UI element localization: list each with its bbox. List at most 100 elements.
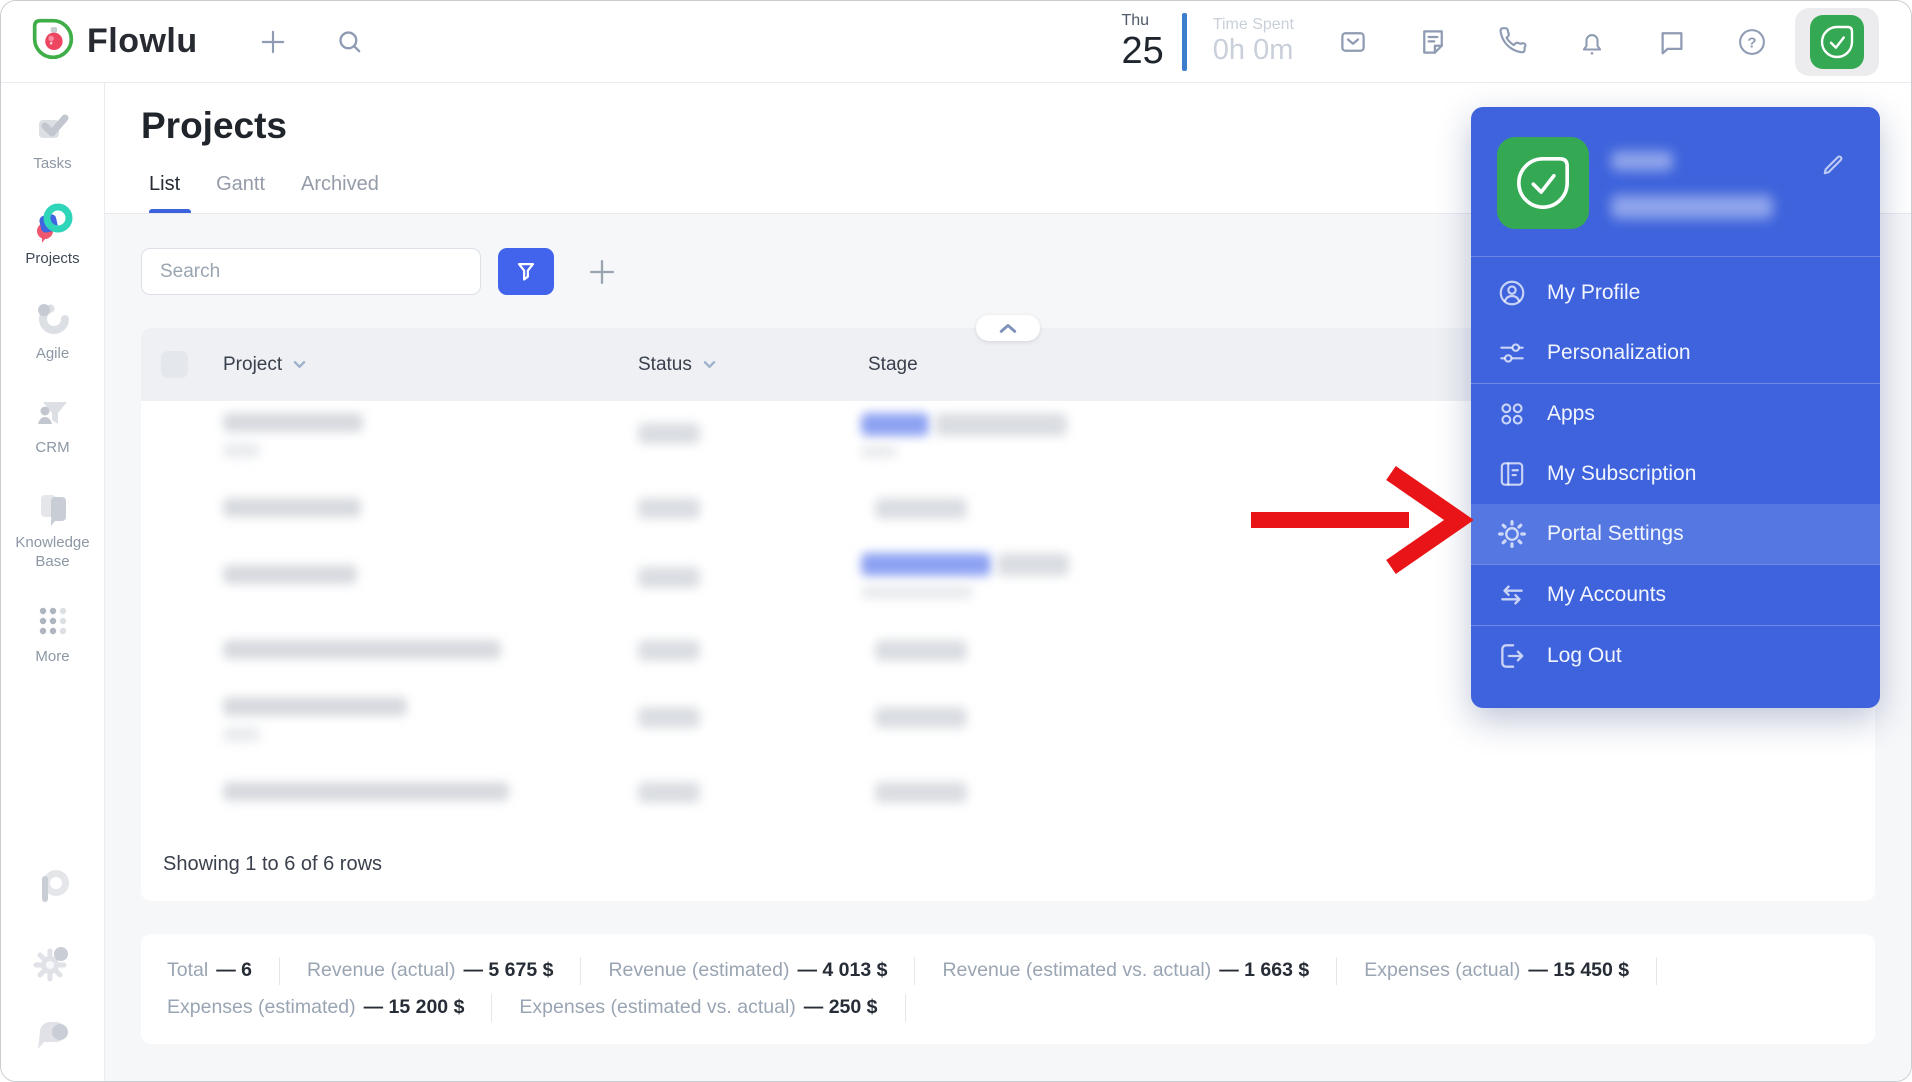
sidebar-item-more[interactable]: More xyxy=(1,598,104,667)
column-header-stage[interactable]: Stage xyxy=(868,328,918,401)
help-button[interactable]: ? xyxy=(1737,27,1767,57)
summary-revenue-est-vs-actual: Revenue (estimated vs. actual)— 1 663 $ xyxy=(942,959,1309,982)
notifications-button[interactable] xyxy=(1577,27,1607,57)
time-spent-widget[interactable]: Time Spent 0h 0m xyxy=(1213,16,1294,68)
sidebar-item-crm[interactable]: CRM xyxy=(1,389,104,458)
menu-item-apps[interactable]: Apps xyxy=(1471,384,1880,444)
flowlu-logo[interactable]: Flowlu xyxy=(31,17,198,66)
search-input[interactable] xyxy=(141,248,481,295)
table-row[interactable] xyxy=(141,756,1875,827)
mail-button[interactable] xyxy=(1338,27,1368,57)
more-grid-icon xyxy=(33,598,73,644)
logo-wordmark: Flowlu xyxy=(87,22,198,61)
user-menu-avatar xyxy=(1497,137,1589,229)
sidebar-bottom-icons xyxy=(30,864,76,1082)
topbar: Flowlu Thu 25 Time Spent 0h 0m xyxy=(1,1,1911,83)
summary-line-1: Total— 6 Revenue (actual)— 5 675 $ Reven… xyxy=(167,952,1849,989)
time-spent-value: 0h 0m xyxy=(1213,34,1294,67)
bell-icon xyxy=(1577,27,1607,57)
mail-icon xyxy=(1338,27,1368,57)
agile-icon xyxy=(31,295,75,341)
subscription-icon xyxy=(1497,459,1527,489)
column-header-project[interactable]: Project xyxy=(223,328,307,401)
rows-count-status: Showing 1 to 6 of 6 rows xyxy=(141,827,1875,876)
tab-list[interactable]: List xyxy=(149,173,180,213)
apps-grid-icon xyxy=(1497,399,1527,429)
app-window: Flowlu Thu 25 Time Spent 0h 0m xyxy=(0,0,1912,1082)
quick-add-button[interactable] xyxy=(258,27,288,57)
topbar-icons: ? xyxy=(1338,27,1767,57)
user-menu-list: My Profile Personalization Apps My Subsc xyxy=(1471,257,1880,686)
menu-item-my-profile[interactable]: My Profile xyxy=(1471,263,1880,323)
date-number: 25 xyxy=(1122,32,1164,70)
user-avatar xyxy=(1810,15,1864,69)
swap-icon xyxy=(1497,580,1527,610)
summary-line-2: Expenses (estimated)— 15 200 $ Expenses … xyxy=(167,989,1849,1026)
user-menu-header xyxy=(1471,107,1880,257)
tab-archived[interactable]: Archived xyxy=(301,173,379,213)
flowlu-logo-icon xyxy=(31,17,75,66)
calendar-date-widget[interactable]: Thu 25 xyxy=(1122,13,1164,70)
user-name-redacted xyxy=(1611,151,1673,171)
time-spent-label: Time Spent xyxy=(1213,16,1294,34)
summary-expenses-actual: Expenses (actual)— 15 450 $ xyxy=(1364,959,1629,982)
notes-button[interactable] xyxy=(1418,27,1448,57)
app-sidebar: Tasks Projects Agile CRM xyxy=(1,83,105,1082)
phone-icon xyxy=(1498,27,1527,56)
today-indicator-bar xyxy=(1182,13,1187,71)
plus-icon xyxy=(586,256,618,288)
svg-text:?: ? xyxy=(1747,34,1756,51)
projects-icon xyxy=(31,200,75,246)
tab-gantt[interactable]: Gantt xyxy=(216,173,265,213)
menu-item-portal-settings[interactable]: Portal Settings xyxy=(1471,504,1880,564)
menu-item-personalization[interactable]: Personalization xyxy=(1471,323,1880,383)
shield-check-icon xyxy=(1514,154,1572,212)
summary-expenses-estimated: Expenses (estimated)— 15 200 $ xyxy=(167,996,464,1019)
funnel-icon xyxy=(513,259,539,285)
summary-revenue-actual: Revenue (actual)— 5 675 $ xyxy=(307,959,553,982)
user-icon xyxy=(1497,278,1527,308)
gear-icon xyxy=(1497,519,1527,549)
filter-button[interactable] xyxy=(498,248,554,295)
settings-gear-icon[interactable] xyxy=(30,939,76,990)
global-search-button[interactable] xyxy=(336,28,364,56)
chat-button[interactable] xyxy=(1657,27,1687,57)
user-avatar-button[interactable] xyxy=(1795,8,1879,76)
topbar-right: Thu 25 Time Spent 0h 0m xyxy=(1122,8,1880,76)
logout-icon xyxy=(1497,641,1527,671)
calls-button[interactable] xyxy=(1498,27,1527,56)
date-weekday: Thu xyxy=(1122,13,1150,29)
summary-revenue-estimated: Revenue (estimated)— 4 013 $ xyxy=(608,959,887,982)
edit-profile-button[interactable] xyxy=(1813,151,1852,183)
knowledge-base-icon xyxy=(31,484,75,530)
shield-check-icon xyxy=(1819,24,1855,60)
user-email-redacted xyxy=(1611,195,1773,219)
pencil-icon xyxy=(1819,152,1846,179)
summary-total: Total— 6 xyxy=(167,959,252,982)
sidebar-item-tasks[interactable]: Tasks xyxy=(1,105,104,174)
help-icon: ? xyxy=(1737,27,1767,57)
menu-item-log-out[interactable]: Log Out xyxy=(1471,626,1880,686)
feedback-bubble-icon[interactable] xyxy=(30,1014,76,1065)
menu-item-my-accounts[interactable]: My Accounts xyxy=(1471,565,1880,625)
product-pause-icon[interactable] xyxy=(30,864,76,915)
summary-footer: Total— 6 Revenue (actual)— 5 675 $ Reven… xyxy=(141,934,1875,1044)
sidebar-item-knowledge-base[interactable]: Knowledge Base xyxy=(1,484,104,572)
chevron-down-icon xyxy=(292,359,307,370)
sidebar-item-projects[interactable]: Projects xyxy=(1,200,104,269)
crm-icon xyxy=(31,389,75,435)
add-project-button[interactable] xyxy=(580,255,624,289)
summary-expenses-est-vs-actual: Expenses (estimated vs. actual)— 250 $ xyxy=(519,996,877,1019)
sliders-icon xyxy=(1497,338,1527,368)
chevron-down-icon xyxy=(702,359,717,370)
sidebar-item-agile[interactable]: Agile xyxy=(1,295,104,364)
user-dropdown-menu: My Profile Personalization Apps My Subsc xyxy=(1471,107,1880,708)
menu-item-my-subscription[interactable]: My Subscription xyxy=(1471,444,1880,504)
page-title: Projects xyxy=(141,105,287,147)
chevron-up-icon xyxy=(997,320,1019,336)
collapse-table-button[interactable] xyxy=(976,315,1040,341)
select-all-checkbox[interactable] xyxy=(161,351,188,378)
tasks-icon xyxy=(31,105,75,151)
note-icon xyxy=(1418,27,1448,57)
column-header-status[interactable]: Status xyxy=(638,328,717,401)
